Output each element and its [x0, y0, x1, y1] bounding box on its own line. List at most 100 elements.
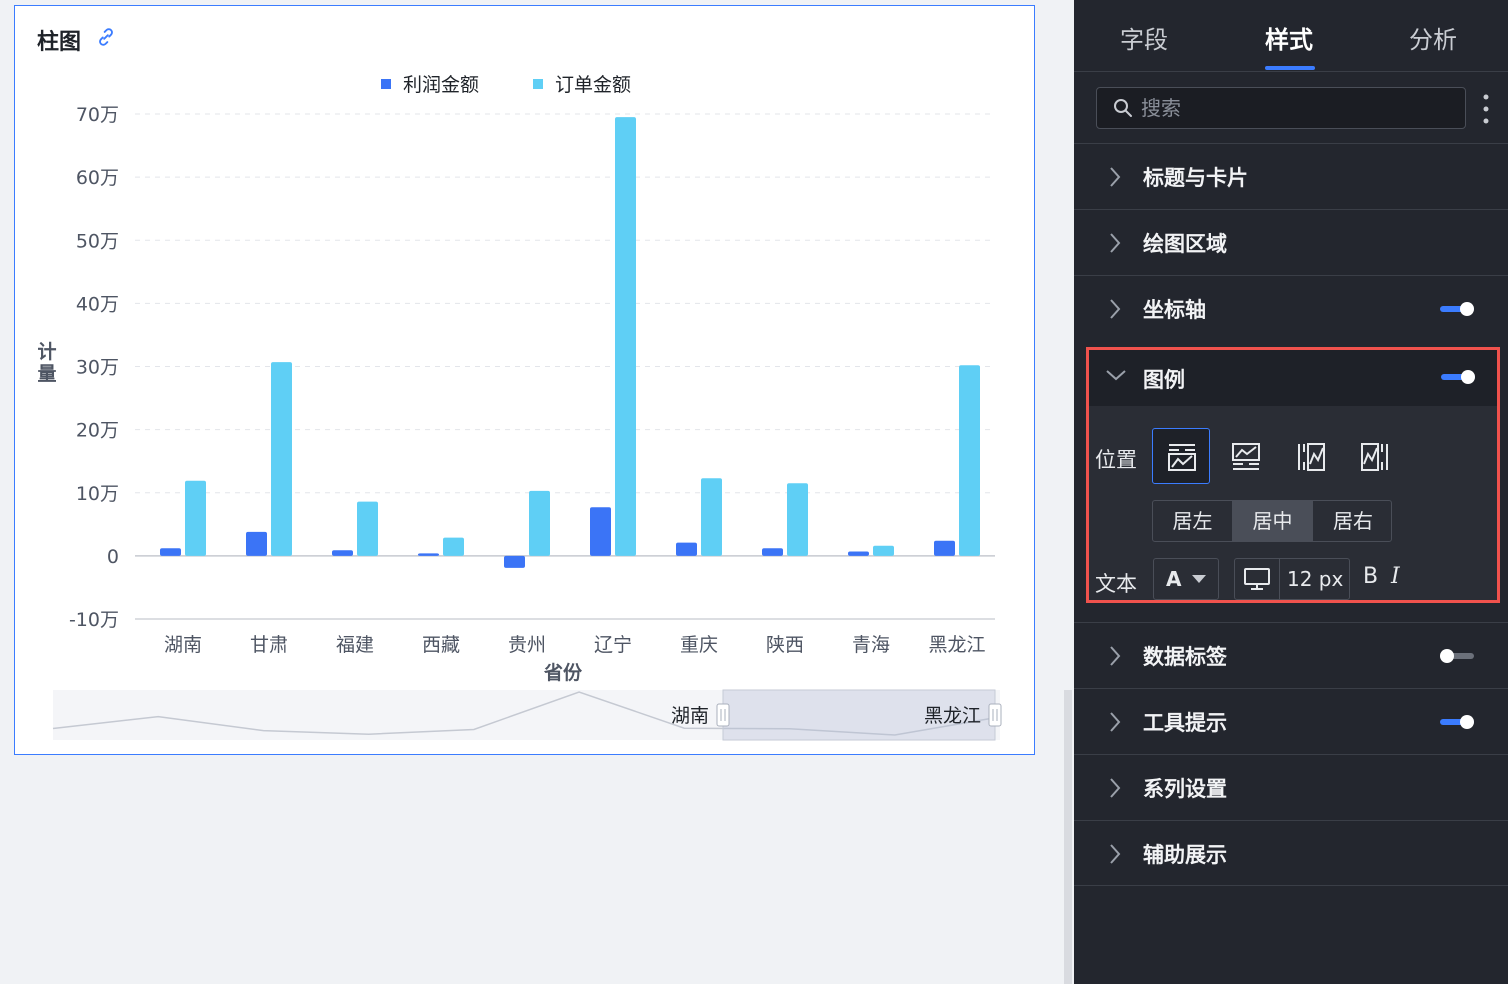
- legend-align-group: 居左 居中 居右: [1152, 500, 1392, 542]
- x-tick-label: 重庆: [680, 634, 718, 656]
- section-data-labels[interactable]: 数据标签: [1074, 622, 1508, 688]
- x-axis-label: 省份: [543, 661, 583, 684]
- text-label: 文本: [1095, 572, 1137, 596]
- zoom-slider-handle: [716, 703, 730, 727]
- legend-settings: 位置 居左 居中 居右 文本 A 12 px B I: [1089, 406, 1497, 600]
- tab-analysis[interactable]: 分析: [1409, 20, 1457, 55]
- align-center-button[interactable]: 居中: [1233, 501, 1313, 541]
- legend-position-left-button[interactable]: [1281, 428, 1339, 484]
- section-plot-area[interactable]: 绘图区域: [1074, 209, 1508, 275]
- chart-title: 柱图: [37, 30, 82, 55]
- chart-card[interactable]: 70万 60万 50万 40万 30万 20万 10万 0 -10万 计量湖南 甘肃 福建 西藏 贵州 辽宁…: [14, 5, 1035, 755]
- x-tick-label: 青海: [852, 634, 890, 656]
- section-axis[interactable]: 坐标轴: [1074, 275, 1508, 341]
- section-tooltip[interactable]: 工具提示: [1074, 688, 1508, 754]
- y-axis-label: 计: [37, 341, 56, 363]
- bar-order-2: [357, 501, 378, 556]
- active-tab-indicator: [1265, 66, 1315, 70]
- bold-button[interactable]: B: [1363, 564, 1378, 589]
- bar-profit-2: [332, 550, 353, 556]
- zoom-end-label: 黑龙江: [924, 705, 981, 727]
- tab-style[interactable]: 样式: [1265, 20, 1313, 55]
- style-panel: 字段 样式 分析 标题与卡片 绘图区域 坐标轴 图例: [1074, 0, 1508, 984]
- align-left-button[interactable]: 居左: [1153, 501, 1233, 541]
- link-icon[interactable]: [95, 26, 117, 48]
- legend-swatch: [533, 79, 543, 89]
- tab-fields[interactable]: 字段: [1120, 20, 1168, 55]
- legend-position-top-button[interactable]: [1152, 428, 1210, 484]
- y-tick-label: 20万: [76, 420, 119, 442]
- monitor-icon[interactable]: [1243, 567, 1271, 591]
- canvas-area: 70万 60万 50万 40万 30万 20万 10万 0 -10万 计量湖南 甘肃 福建 西藏 贵州 辽宁…: [0, 0, 1072, 984]
- legend-header[interactable]: 图例: [1089, 350, 1497, 406]
- position-label: 位置: [1095, 448, 1137, 472]
- legend-left-icon: [1298, 443, 1325, 471]
- more-options-icon[interactable]: [1480, 92, 1492, 126]
- italic-button[interactable]: I: [1391, 564, 1400, 589]
- y-tick-label: 0: [107, 546, 119, 568]
- bar-order-3: [443, 537, 464, 556]
- x-tick-label: 贵州: [508, 634, 546, 656]
- bar-profit-3: [418, 553, 439, 556]
- legend-bottom-icon: [1232, 443, 1260, 470]
- bar-order-4: [529, 490, 550, 556]
- section-legend: 图例 位置 居左 居中 居右 文本 A 12 px B I: [1086, 347, 1500, 603]
- section-series-settings[interactable]: 系列设置: [1074, 754, 1508, 820]
- tooltip-toggle[interactable]: [1440, 715, 1474, 729]
- x-tick-label: 福建: [336, 634, 374, 656]
- chevron-right-icon: [1110, 844, 1121, 864]
- bar-order-1: [271, 362, 292, 556]
- zoom-slider-handle: [988, 703, 1002, 727]
- search-icon: [1114, 99, 1132, 117]
- zoom-start-label: 湖南: [671, 705, 709, 727]
- bar-profit-9: [934, 540, 955, 556]
- x-tick-label: 甘肃: [250, 634, 288, 656]
- section-label: 图例: [1143, 368, 1185, 392]
- bar-profit-7: [762, 548, 783, 556]
- x-tick-label: 辽宁: [594, 634, 632, 656]
- panel-tabs: 字段 样式 分析: [1074, 0, 1508, 72]
- vertical-scrollbar[interactable]: [1064, 690, 1072, 984]
- legend-top-icon: [1168, 444, 1196, 471]
- bar-profit-1: [246, 531, 267, 556]
- legend-position-right-button[interactable]: [1345, 428, 1403, 484]
- legend-toggle[interactable]: [1441, 370, 1475, 384]
- font-size-input[interactable]: 12 px: [1287, 567, 1343, 591]
- bar-chart: 70万 60万 50万 40万 30万 20万 10万 0 -10万 计量湖南 甘肃 福建 西藏 贵州 辽宁…: [37, 74, 1002, 741]
- legend-label: 利润金额: [403, 74, 479, 96]
- align-right-button[interactable]: 居右: [1313, 501, 1391, 541]
- chevron-right-icon: [1110, 712, 1121, 732]
- bar-order-9: [959, 365, 980, 556]
- y-tick-label: 40万: [76, 293, 119, 315]
- chevron-down-icon: [1106, 370, 1126, 381]
- bar-order-0: [185, 480, 206, 556]
- y-tick-label: 70万: [76, 104, 119, 126]
- legend-position-bottom-button[interactable]: [1216, 428, 1274, 484]
- bar-profit-8: [848, 551, 869, 556]
- chevron-right-icon: [1110, 778, 1121, 798]
- section-label: 数据标签: [1143, 645, 1227, 669]
- data-labels-toggle[interactable]: [1440, 649, 1474, 663]
- section-label: 坐标轴: [1143, 298, 1206, 322]
- bar-order-6: [701, 478, 722, 556]
- axis-toggle[interactable]: [1440, 302, 1474, 316]
- y-tick-label: 30万: [76, 357, 119, 379]
- section-label: 标题与卡片: [1143, 166, 1248, 190]
- bar-order-5: [615, 117, 636, 556]
- divider: [1279, 559, 1280, 599]
- section-label: 绘图区域: [1143, 232, 1227, 256]
- y-tick-label: 60万: [76, 167, 119, 189]
- y-tick-label: 50万: [76, 230, 119, 252]
- y-axis-label: 量: [37, 363, 56, 385]
- section-auxiliary[interactable]: 辅助展示: [1074, 820, 1508, 886]
- font-color-letter: A: [1166, 567, 1182, 591]
- section-title-card[interactable]: 标题与卡片: [1074, 143, 1508, 209]
- section-label: 工具提示: [1143, 711, 1227, 735]
- bar-profit-6: [676, 542, 697, 556]
- chevron-right-icon: [1110, 299, 1121, 319]
- section-label: 辅助展示: [1143, 843, 1227, 867]
- x-tick-label: 黑龙江: [928, 634, 985, 656]
- caret-down-icon: [1192, 575, 1206, 583]
- font-color-select[interactable]: A: [1153, 558, 1219, 600]
- search-input[interactable]: [1141, 94, 1441, 122]
